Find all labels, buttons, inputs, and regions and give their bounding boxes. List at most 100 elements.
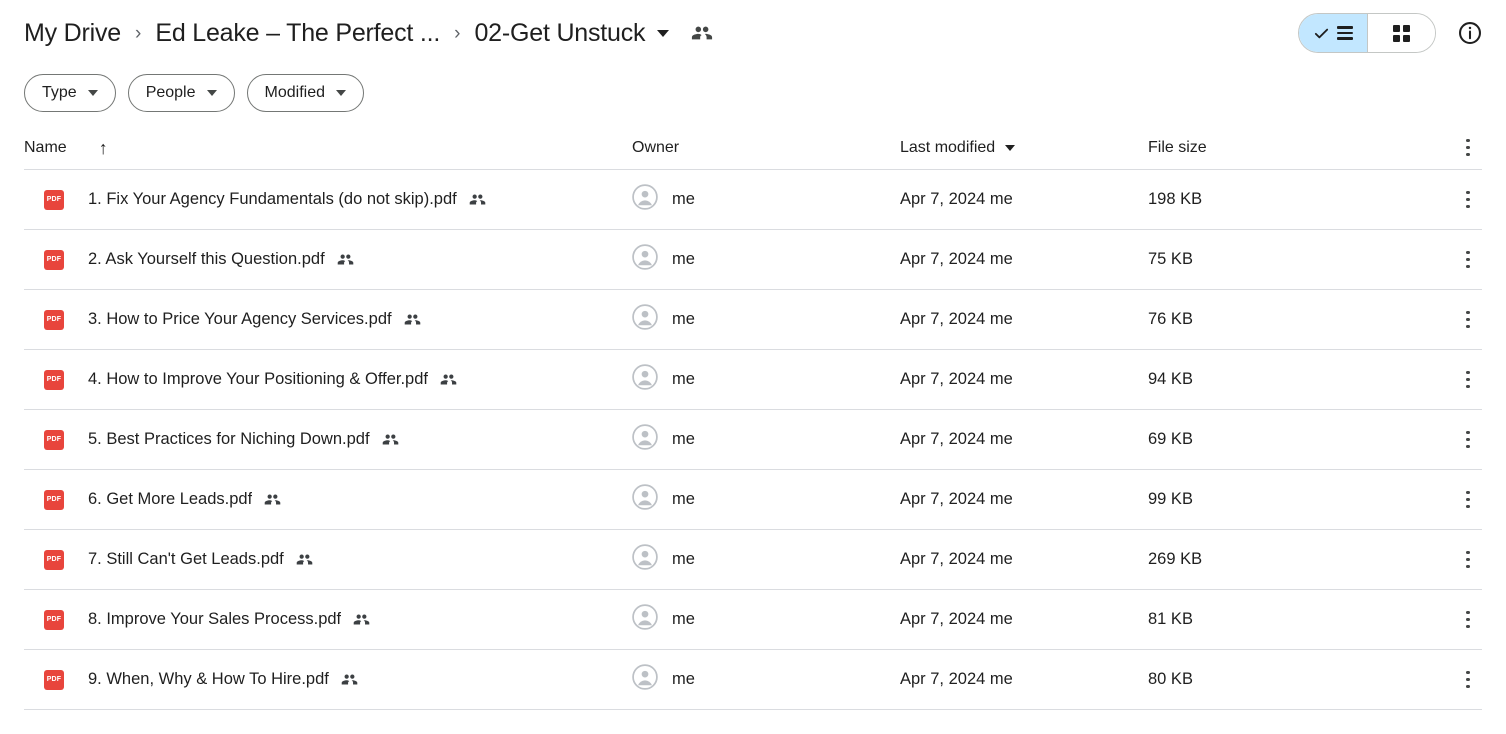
people-shared-icon [337, 251, 354, 268]
file-name-cell[interactable]: PDF 8. Improve Your Sales Process.pdf [24, 609, 632, 630]
owner-cell: me [632, 244, 900, 275]
row-actions [1450, 302, 1490, 338]
file-name-cell[interactable]: PDF 2. Ask Yourself this Question.pdf [24, 249, 632, 270]
column-header-file-size[interactable]: File size [1148, 139, 1450, 157]
filter-chip-people[interactable]: People [127, 74, 235, 112]
filter-chip-type[interactable]: Type [24, 74, 116, 112]
last-modified-label: Apr 7, 2024 me [900, 670, 1013, 688]
avatar [632, 304, 658, 335]
owner-cell: me [632, 604, 900, 635]
avatar [632, 484, 658, 515]
owner-cell: me [632, 664, 900, 695]
last-modified-label: Apr 7, 2024 me [900, 550, 1013, 568]
last-modified-label: Apr 7, 2024 me [900, 490, 1013, 508]
avatar [632, 424, 658, 455]
pdf-file-icon: PDF [44, 549, 64, 570]
file-name-label: 4. How to Improve Your Positioning & Off… [88, 370, 428, 388]
people-shared-icon [404, 311, 421, 328]
breadcrumb-item-my-drive[interactable]: My Drive [24, 19, 121, 48]
row-actions [1450, 182, 1490, 218]
last-modified-label: Apr 7, 2024 me [900, 430, 1013, 448]
pdf-file-icon: PDF [44, 309, 64, 330]
table-header: Name ↑ Owner Last modified File size [24, 126, 1482, 170]
filter-chip-modified[interactable]: Modified [246, 74, 364, 112]
row-actions [1450, 602, 1490, 638]
breadcrumb-item-parent-folder[interactable]: Ed Leake – The Perfect ... [155, 19, 440, 48]
avatar [632, 184, 658, 215]
table-row[interactable]: PDF 6. Get More Leads.pdf me Apr 7, 2024 me… [24, 470, 1482, 530]
sort-ascending-icon: ↑ [98, 137, 108, 158]
row-actions [1450, 662, 1490, 698]
more-options-icon[interactable] [1450, 302, 1486, 338]
more-options-icon[interactable] [1450, 362, 1486, 398]
file-name-cell[interactable]: PDF 3. How to Price Your Agency Services.… [24, 309, 632, 330]
owner-label: me [672, 550, 695, 568]
row-actions [1450, 242, 1490, 278]
last-modified-label: Apr 7, 2024 me [900, 370, 1013, 388]
file-name-cell[interactable]: PDF 1. Fix Your Agency Fundamentals (do n… [24, 189, 632, 210]
breadcrumb-bar: My Drive › Ed Leake – The Perfect ... › … [0, 0, 1506, 66]
chevron-down-icon[interactable] [657, 29, 670, 37]
file-name-cell[interactable]: PDF 5. Best Practices for Niching Down.pd… [24, 429, 632, 450]
owner-cell: me [632, 484, 900, 515]
file-name-cell[interactable]: PDF 6. Get More Leads.pdf [24, 489, 632, 510]
table-row[interactable]: PDF 3. How to Price Your Agency Services.… [24, 290, 1482, 350]
filter-chip-label: Type [42, 84, 77, 101]
more-options-icon[interactable] [1450, 662, 1486, 698]
pdf-file-icon: PDF [44, 249, 64, 270]
owner-label: me [672, 250, 695, 268]
breadcrumb-item-current-folder[interactable]: 02-Get Unstuck [474, 19, 645, 48]
people-shared-icon [469, 191, 486, 208]
list-view-toggle[interactable] [1299, 14, 1367, 52]
breadcrumb-separator: › [135, 22, 142, 44]
view-toggle-group [1298, 13, 1436, 53]
table-row[interactable]: PDF 8. Improve Your Sales Process.pdf me Ap… [24, 590, 1482, 650]
avatar [632, 544, 658, 575]
chevron-down-icon [1005, 144, 1016, 151]
column-header-label: Owner [632, 138, 680, 156]
column-header-last-modified[interactable]: Last modified [900, 139, 1148, 157]
file-name-cell[interactable]: PDF 7. Still Can't Get Leads.pdf [24, 549, 632, 570]
last-modified-label: Apr 7, 2024 me [900, 310, 1013, 328]
owner-label: me [672, 310, 695, 328]
last-modified-label: Apr 7, 2024 me [900, 610, 1013, 628]
row-actions [1450, 422, 1490, 458]
file-size-label: 76 KB [1148, 310, 1193, 328]
table-row[interactable]: PDF 5. Best Practices for Niching Down.pd… [24, 410, 1482, 470]
table-row[interactable]: PDF 2. Ask Yourself this Question.pdf me Ap… [24, 230, 1482, 290]
file-list: Name ↑ Owner Last modified File size PDF… [0, 126, 1506, 710]
filter-chip-label: People [145, 84, 196, 101]
pdf-file-icon: PDF [44, 669, 64, 690]
table-row[interactable]: PDF 7. Still Can't Get Leads.pdf me Apr 7, … [24, 530, 1482, 590]
column-header-name[interactable]: Name ↑ [24, 139, 632, 157]
info-icon[interactable] [1450, 13, 1490, 53]
more-options-icon[interactable] [1450, 182, 1486, 218]
file-name-label: 5. Best Practices for Niching Down.pdf [88, 430, 370, 448]
table-row[interactable]: PDF 4. How to Improve Your Positioning & … [24, 350, 1482, 410]
more-options-icon[interactable] [1450, 602, 1486, 638]
file-size-label: 80 KB [1148, 670, 1193, 688]
column-header-owner[interactable]: Owner [632, 139, 900, 157]
more-options-icon[interactable] [1450, 422, 1486, 458]
pdf-file-icon: PDF [44, 489, 64, 510]
more-options-icon[interactable] [1450, 542, 1486, 578]
people-shared-icon [691, 22, 713, 44]
file-name-label: 9. When, Why & How To Hire.pdf [88, 670, 329, 688]
grid-view-toggle[interactable] [1367, 14, 1435, 52]
column-header-actions[interactable] [1450, 130, 1490, 166]
file-name-cell[interactable]: PDF 4. How to Improve Your Positioning & … [24, 369, 632, 390]
owner-label: me [672, 670, 695, 688]
table-row[interactable]: PDF 1. Fix Your Agency Fundamentals (do n… [24, 170, 1482, 230]
people-shared-icon [296, 551, 313, 568]
more-options-icon[interactable] [1450, 482, 1486, 518]
file-name-cell[interactable]: PDF 9. When, Why & How To Hire.pdf [24, 669, 632, 690]
row-actions [1450, 542, 1490, 578]
table-row[interactable]: PDF 9. When, Why & How To Hire.pdf me Apr 7… [24, 650, 1482, 710]
filter-chip-label: Modified [264, 84, 325, 101]
more-options-icon[interactable] [1450, 130, 1486, 166]
more-options-icon[interactable] [1450, 242, 1486, 278]
chevron-down-icon [206, 90, 217, 96]
check-icon [1314, 28, 1329, 38]
breadcrumb: My Drive › Ed Leake – The Perfect ... › … [24, 19, 1298, 48]
file-name-label: 7. Still Can't Get Leads.pdf [88, 550, 284, 568]
